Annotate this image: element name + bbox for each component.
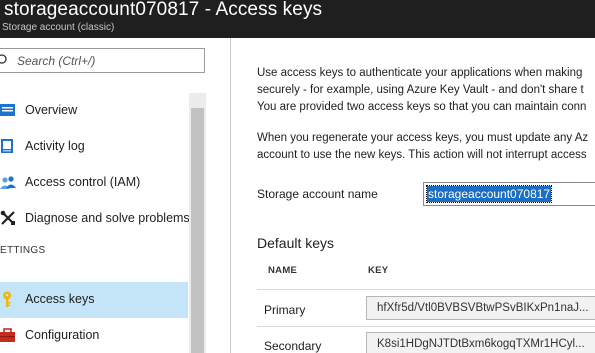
description-line: You are provided two access keys so that…: [257, 101, 587, 113]
sidebar-item-diagnose[interactable]: Diagnose and solve problems: [0, 201, 190, 237]
regenerate-description-line: account to use the new keys. This action…: [257, 149, 587, 161]
search-box[interactable]: [0, 48, 205, 73]
overview-icon: [0, 104, 15, 116]
table-divider: [257, 289, 595, 290]
sidebar-item-label: Diagnose and solve problems: [25, 211, 190, 225]
primary-key-field[interactable]: hfXfr5d/Vtl0BVBSVBtwPSvBIKxPn1naJ...: [366, 296, 595, 320]
sidebar-item-access-control[interactable]: Access control (IAM): [0, 165, 188, 201]
resource-menu-pane: Overview Activity log Access control (IA…: [0, 38, 230, 353]
search-icon: [0, 54, 7, 64]
storage-account-name-value[interactable]: storageaccount070817: [425, 185, 553, 203]
table-divider: [257, 326, 595, 327]
sidebar-item-configuration[interactable]: Configuration: [0, 318, 188, 353]
sidebar-item-label: Configuration: [25, 328, 100, 342]
menu-scrollbar[interactable]: [189, 93, 206, 353]
description-line: Use access keys to authenticate your app…: [257, 67, 583, 79]
search-input[interactable]: [17, 49, 197, 72]
toolbox-icon: [0, 328, 15, 342]
sidebar-item-overview[interactable]: Overview: [0, 93, 188, 129]
key-name-secondary: Secondary: [264, 339, 322, 353]
column-header-key: KEY: [368, 265, 389, 276]
people-icon: [0, 176, 16, 189]
storage-account-name-field[interactable]: storageaccount070817: [423, 182, 595, 206]
sidebar-item-label: Access keys: [25, 292, 95, 306]
access-keys-blade: Use access keys to authenticate your app…: [231, 38, 595, 353]
scrollbar-thumb[interactable]: [191, 108, 204, 353]
storage-account-name-label: Storage account name: [257, 187, 378, 201]
key-name-primary: Primary: [264, 303, 306, 317]
activity-log-icon: [1, 139, 13, 153]
sidebar-item-activity-log[interactable]: Activity log: [0, 129, 188, 165]
key-icon: [3, 291, 11, 307]
secondary-key-value[interactable]: K8si1HDgNJTDtBxm6kogqTXMr1HCyl...: [377, 338, 585, 350]
regenerate-description-line: When you regenerate your access keys, yo…: [257, 132, 589, 144]
sidebar-item-access-keys[interactable]: Access keys: [0, 282, 188, 318]
column-header-name: NAME: [268, 265, 298, 276]
settings-section-label: ETTINGS: [0, 245, 46, 256]
page-subtitle: Storage account (classic): [2, 22, 115, 33]
secondary-key-field[interactable]: K8si1HDgNJTDtBxm6kogqTXMr1HCyl...: [366, 332, 595, 353]
sidebar-item-label: Overview: [25, 103, 78, 117]
page-title: storageaccount070817 - Access keys: [4, 0, 323, 20]
sidebar-item-label: Access control (IAM): [25, 175, 141, 189]
primary-key-value[interactable]: hfXfr5d/Vtl0BVBSVBtwPSvBIKxPn1naJ...: [377, 302, 589, 314]
wrench-icon: [0, 210, 15, 225]
default-keys-heading: Default keys: [257, 235, 335, 251]
title-bar: storageaccount070817 - Access keys Stora…: [0, 0, 595, 38]
description-line: securely - for example, using Azure Key …: [257, 84, 584, 96]
sidebar-item-label: Activity log: [25, 139, 85, 153]
